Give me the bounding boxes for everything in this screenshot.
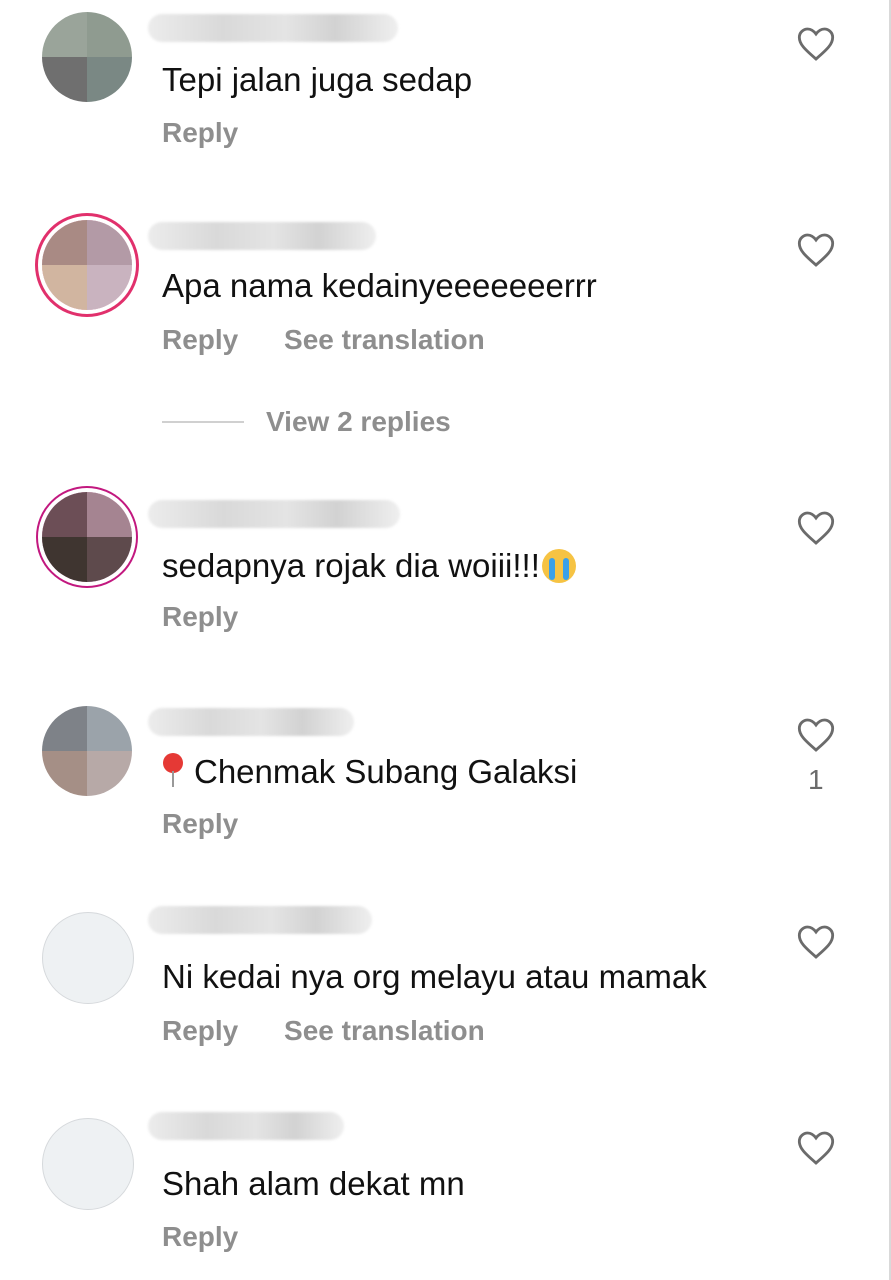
comment-text: sedapnya rojak dia woiii!!! <box>162 546 576 586</box>
avatar[interactable] <box>42 220 132 310</box>
crying-face-icon <box>541 549 576 583</box>
see-translation-button[interactable]: See translation <box>284 324 485 355</box>
username-redacted[interactable] <box>148 222 376 250</box>
comment-text: Chenmak Subang Galaksi <box>162 752 577 792</box>
reply-button[interactable]: Reply <box>162 601 238 632</box>
see-translation-button[interactable]: See translation <box>284 1015 485 1046</box>
reply-button[interactable]: Reply <box>162 808 238 839</box>
heart-icon[interactable] <box>796 1128 836 1168</box>
view-replies-button[interactable]: View 2 replies <box>162 406 451 438</box>
reply-button[interactable]: Reply <box>162 1221 238 1252</box>
comment-actions: Reply <box>162 116 276 150</box>
heart-icon[interactable] <box>796 24 836 64</box>
comment-text: Ni kedai nya org melayu atau mamak <box>162 958 707 995</box>
avatar[interactable] <box>42 492 132 582</box>
comment-actions: Reply <box>162 600 276 634</box>
pushpin-icon <box>162 753 184 787</box>
comment-actions: Reply <box>162 807 276 841</box>
avatar[interactable] <box>42 706 132 796</box>
heart-icon[interactable] <box>796 230 836 270</box>
reply-button[interactable]: Reply <box>162 324 238 355</box>
comment-actions: Reply <box>162 1220 276 1254</box>
comment-actions: Reply See translation <box>162 323 523 357</box>
heart-icon[interactable] <box>796 508 836 548</box>
like-count: 1 <box>808 764 824 795</box>
comment-text: Shah alam dekat mn <box>162 1165 465 1202</box>
username-redacted[interactable] <box>148 1112 344 1140</box>
avatar[interactable] <box>42 1118 134 1210</box>
view-replies-label: View 2 replies <box>266 406 451 437</box>
avatar[interactable] <box>42 12 132 102</box>
heart-icon[interactable] <box>796 715 836 755</box>
username-redacted[interactable] <box>148 906 372 934</box>
comment-actions: Reply See translation <box>162 1014 523 1048</box>
avatar[interactable] <box>42 912 134 1004</box>
username-redacted[interactable] <box>148 500 400 528</box>
divider-line <box>162 421 244 423</box>
heart-icon[interactable] <box>796 922 836 962</box>
reply-button[interactable]: Reply <box>162 1015 238 1046</box>
username-redacted[interactable] <box>148 14 398 42</box>
comment-text: Tepi jalan juga sedap <box>162 61 473 98</box>
comment-text: Apa nama kedainyeeeeeeerrr <box>162 267 597 304</box>
reply-button[interactable]: Reply <box>162 117 238 148</box>
username-redacted[interactable] <box>148 708 354 736</box>
